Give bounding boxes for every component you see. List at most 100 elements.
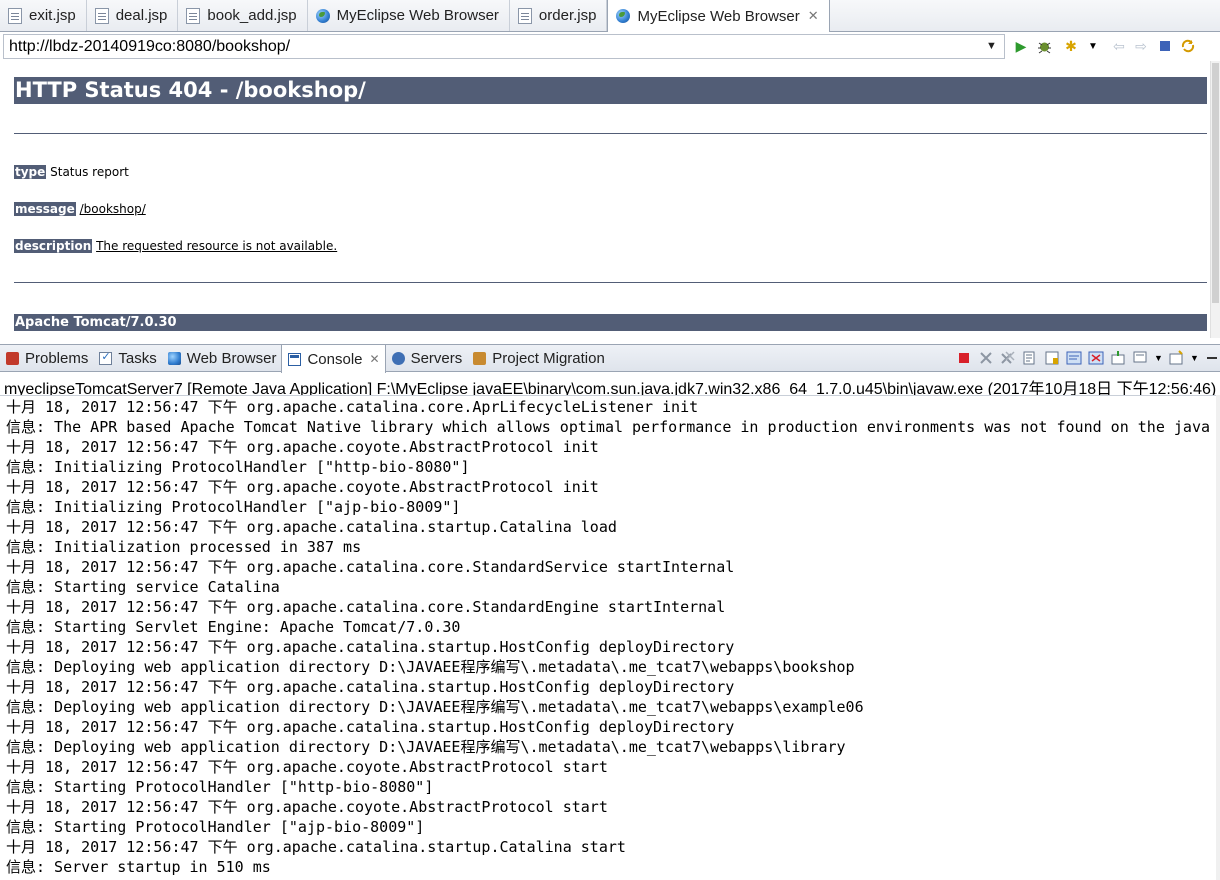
tab-label: Servers <box>410 350 463 367</box>
console-line: 信息: Deploying web application directory … <box>6 738 846 756</box>
close-tab-icon[interactable]: ✕ <box>370 352 380 366</box>
divider <box>14 133 1207 134</box>
minimize-view-icon[interactable] <box>1204 350 1220 366</box>
console-icon <box>288 352 302 366</box>
tab-web-browser[interactable]: Web Browser <box>162 345 282 372</box>
remove-launch-icon[interactable] <box>978 350 994 366</box>
console-line: 十月 18, 2017 12:56:47 下午 org.apache.catal… <box>6 518 617 536</box>
scroll-lock-icon[interactable] <box>1044 350 1060 366</box>
forward-arrow-icon[interactable]: ⇨ <box>1133 38 1149 54</box>
terminate-icon[interactable] <box>956 350 972 366</box>
globe-icon <box>315 8 330 23</box>
go-icon[interactable]: ▶ <box>1013 38 1029 54</box>
tab-problems[interactable]: Problems <box>0 345 93 372</box>
console-line: 十月 18, 2017 12:56:47 下午 org.apache.catal… <box>6 598 726 616</box>
globe-icon <box>616 9 631 23</box>
back-arrow-icon[interactable]: ⇦ <box>1111 38 1127 54</box>
console-line: 十月 18, 2017 12:56:47 下午 org.apache.catal… <box>6 558 735 576</box>
console-line: 信息: Deploying web application directory … <box>6 658 855 676</box>
browser-toolbar: ▼ ▶ ✱ ▼ ⇦ ⇨ <box>0 32 1220 60</box>
jsp-file-icon <box>8 7 22 24</box>
close-tab-icon[interactable]: ✕ <box>808 8 819 24</box>
console-line: 信息: Starting ProtocolHandler ["http-bio-… <box>6 778 434 796</box>
project-migration-icon <box>473 352 487 365</box>
clear-console-icon[interactable] <box>1022 350 1038 366</box>
console-line: 十月 18, 2017 12:56:47 下午 org.apache.coyot… <box>6 478 599 496</box>
console-line: 信息: Deploying web application directory … <box>6 698 864 716</box>
jsp-file-icon <box>517 7 532 24</box>
message-value: /bookshop/ <box>79 202 146 216</box>
console-line: 信息: Initializing ProtocolHandler ["http-… <box>6 458 470 476</box>
problems-icon <box>6 352 19 365</box>
tab-book-add-jsp[interactable]: book_add.jsp <box>178 0 308 31</box>
console-line: 信息: Initializing ProtocolHandler ["ajp-b… <box>6 498 461 516</box>
jsp-file-icon <box>186 7 201 24</box>
jsp-file-icon <box>94 7 109 24</box>
scrollbar-thumb[interactable] <box>1212 63 1219 303</box>
tab-deal-jsp[interactable]: deal.jsp <box>87 0 179 31</box>
console-line: 十月 18, 2017 12:56:47 下午 org.apache.coyot… <box>6 758 608 776</box>
tab-label: MyEclipse Web Browser <box>637 7 800 25</box>
console-line: 十月 18, 2017 12:56:47 下午 org.apache.catal… <box>6 678 735 696</box>
tab-label: Tasks <box>118 350 157 367</box>
favorites-star-icon[interactable]: ✱ <box>1063 38 1079 54</box>
tab-project-migration[interactable]: Project Migration <box>467 345 610 372</box>
display-console-icon[interactable] <box>1132 350 1148 366</box>
open-console-icon[interactable] <box>1168 350 1184 366</box>
console-line: 信息: Starting ProtocolHandler ["ajp-bio-8… <box>6 818 425 836</box>
url-history-dropdown-icon[interactable]: ▼ <box>986 40 997 52</box>
tab-label: exit.jsp <box>29 7 76 24</box>
tab-web-browser-1[interactable]: MyEclipse Web Browser <box>308 0 510 31</box>
display-console-dropdown-icon[interactable]: ▼ <box>1154 350 1163 366</box>
console-line: 十月 18, 2017 12:56:47 下午 org.apache.coyot… <box>6 438 599 456</box>
tab-label: Project Migration <box>492 350 605 367</box>
stop-icon[interactable] <box>1157 38 1173 54</box>
remove-all-terminated-icon[interactable] <box>1000 350 1016 366</box>
tab-label: MyEclipse Web Browser <box>336 7 499 24</box>
open-console-dropdown-icon[interactable]: ▼ <box>1190 350 1199 366</box>
tab-console[interactable]: Console ✕ <box>281 345 386 373</box>
web-page-scrollbar[interactable] <box>1210 61 1220 338</box>
tab-exit-jsp[interactable]: exit.jsp <box>0 0 87 31</box>
console-line: 十月 18, 2017 12:56:47 下午 org.apache.catal… <box>6 838 626 856</box>
tab-servers[interactable]: Servers <box>386 345 468 372</box>
console-line: 十月 18, 2017 12:56:47 下午 org.apache.catal… <box>6 638 735 656</box>
divider <box>14 282 1207 283</box>
tab-label: Console <box>307 350 363 368</box>
console-line: 信息: Starting service Catalina <box>6 578 280 596</box>
console-line: 信息: The APR based Apache Tomcat Native l… <box>6 418 1210 436</box>
description-value: The requested resource is not available. <box>96 239 338 253</box>
tab-label: Web Browser <box>186 350 277 367</box>
console-toolbar: ▼ ▼ <box>950 348 1220 368</box>
tab-label: book_add.jsp <box>207 7 297 24</box>
tab-tasks[interactable]: Tasks <box>93 345 161 372</box>
description-label: description <box>14 239 93 253</box>
favorites-dropdown-icon[interactable]: ▼ <box>1085 38 1101 54</box>
pin-console-icon[interactable] <box>1110 350 1126 366</box>
debug-icon[interactable] <box>1036 38 1052 54</box>
console-scrollbar[interactable] <box>1216 395 1220 880</box>
tab-label: order.jsp <box>538 7 597 24</box>
console-output[interactable]: 十月 18, 2017 12:56:47 下午 org.apache.catal… <box>0 395 1216 880</box>
web-page-view: HTTP Status 404 - /bookshop/ type Status… <box>0 61 1210 338</box>
console-line: 信息: Initialization processed in 387 ms <box>6 538 362 556</box>
console-line: 信息: Starting Servlet Engine: Apache Tomc… <box>6 618 461 636</box>
show-when-stderr-icon[interactable] <box>1088 350 1104 366</box>
server-footer: Apache Tomcat/7.0.30 <box>14 314 1207 331</box>
console-line: 十月 18, 2017 12:56:47 下午 org.apache.catal… <box>6 718 735 736</box>
tab-web-browser-active[interactable]: MyEclipse Web Browser ✕ <box>607 0 830 32</box>
type-row: type Status report <box>14 165 129 179</box>
editor-tab-bar: exit.jsp deal.jsp book_add.jsp MyEclipse… <box>0 0 1220 32</box>
tasks-icon <box>99 350 113 365</box>
show-when-stdout-icon[interactable] <box>1066 350 1082 366</box>
message-label: message <box>14 202 76 216</box>
servers-icon <box>391 352 405 365</box>
type-label: type <box>14 165 47 179</box>
description-row: description The requested resource is no… <box>14 239 337 253</box>
tab-label: Problems <box>25 350 89 367</box>
page-title: HTTP Status 404 - /bookshop/ <box>14 77 1207 104</box>
web-browser-icon <box>167 352 181 365</box>
tab-order-jsp[interactable]: order.jsp <box>510 0 608 31</box>
url-input[interactable] <box>3 34 1005 59</box>
refresh-icon[interactable] <box>1180 38 1196 54</box>
